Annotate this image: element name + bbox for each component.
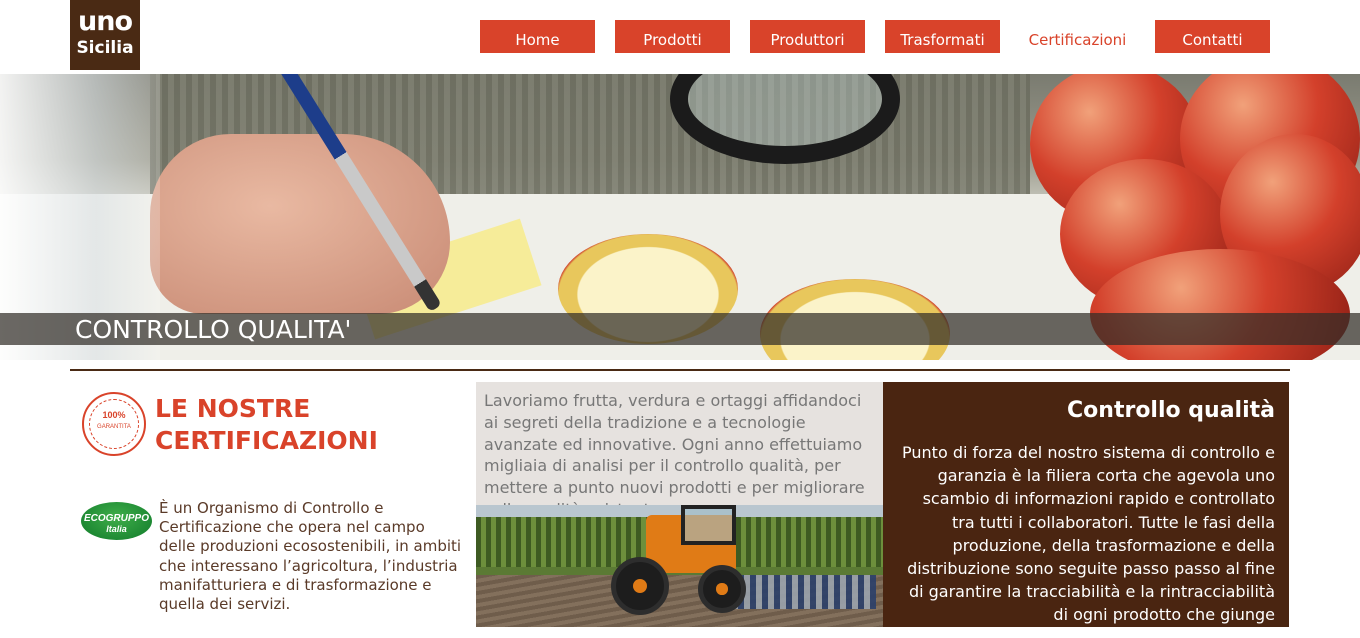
nav-item-trasformati[interactable]: Trasformati <box>885 20 1000 53</box>
nav-item-home[interactable]: Home <box>480 20 595 53</box>
eco-logo-line-1: ECOGRUPPO <box>83 513 149 524</box>
logo-line-1: uno <box>78 6 133 37</box>
nav-item-contatti[interactable]: Contatti <box>1155 20 1270 53</box>
hero-hand <box>150 134 450 314</box>
eco-logo-line-2: Italia <box>106 524 127 534</box>
section-divider <box>70 369 1290 371</box>
logo-line-2: Sicilia <box>76 38 134 58</box>
photo-tractor-wheel <box>698 565 746 613</box>
certifications-title: LE NOSTRE CERTIFICAZIONI <box>155 394 378 455</box>
ecogruppo-logo[interactable]: ECOGRUPPO Italia <box>81 502 152 540</box>
hero-banner: CONTROLLO QUALITA' <box>0 74 1360 360</box>
quality-control-box: Controllo qualità Punto di forza del nos… <box>883 382 1289 627</box>
intro-text-box: Lavoriamo frutta, verdura e ortaggi affi… <box>476 382 883 505</box>
quality-control-text: Punto di forza del nostro sistema di con… <box>902 443 1275 625</box>
photo-harrow <box>726 575 876 609</box>
hero-title: CONTROLLO QUALITA' <box>75 315 352 344</box>
tractor-photo <box>476 505 883 627</box>
site-header: uno Sicilia Home Prodotti Produttori Tra… <box>0 0 1360 74</box>
nav-item-certificazioni[interactable]: Certificazioni <box>1020 20 1135 53</box>
ecogruppo-description: È un Organismo di Controllo e Certificaz… <box>159 499 462 614</box>
badge-subtext: GARANTITA <box>97 424 131 430</box>
quality-control-title: Controllo qualità <box>1067 398 1275 423</box>
intro-text: Lavoriamo frutta, verdura e ortaggi affi… <box>484 391 865 505</box>
photo-tractor-wheel <box>611 557 669 615</box>
badge-text: 100% <box>102 410 126 420</box>
certification-badge-icon: 100% GARANTITA <box>82 392 146 456</box>
nav-item-produttori[interactable]: Produttori <box>750 20 865 53</box>
nav-item-prodotti[interactable]: Prodotti <box>615 20 730 53</box>
site-logo[interactable]: uno Sicilia <box>70 0 140 70</box>
photo-tractor-cab <box>681 505 736 545</box>
